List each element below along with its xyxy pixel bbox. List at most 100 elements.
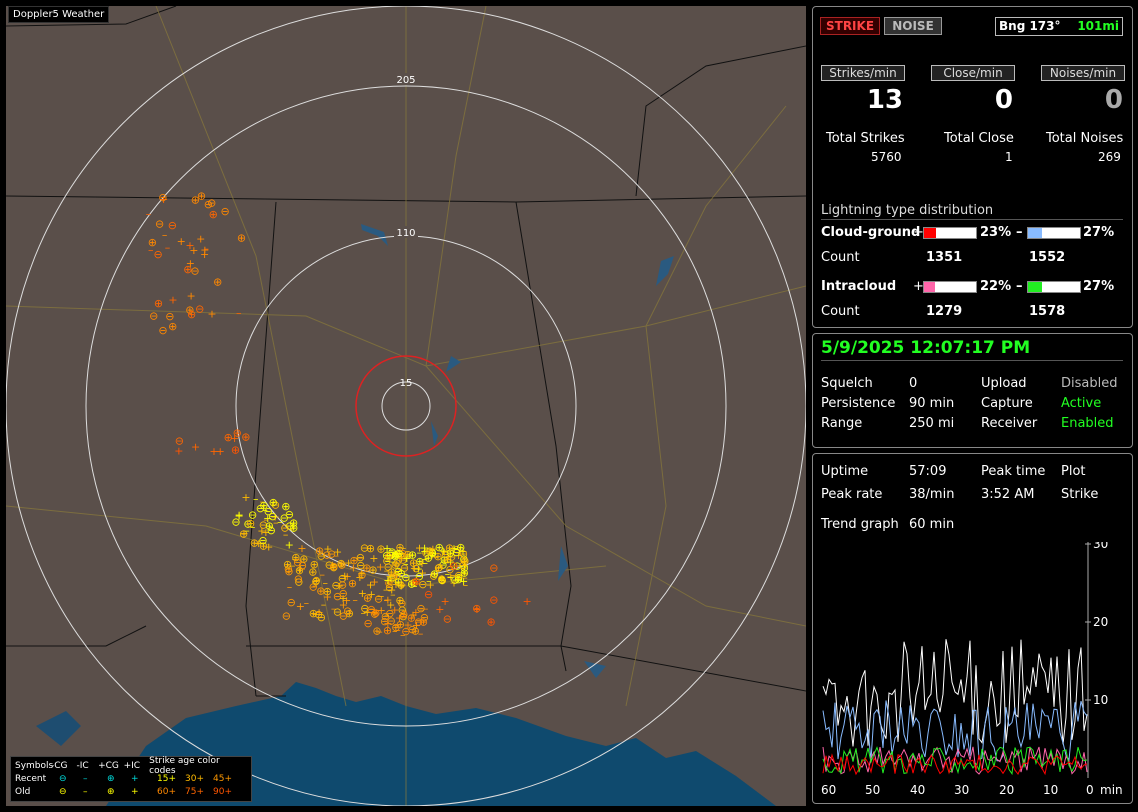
peak-time-label: Peak time: [981, 464, 1046, 479]
strike-marker: –: [236, 307, 242, 320]
trend-graph-label: Trend graph: [821, 517, 899, 532]
legend-recent-minus-cg-icon: ⊖: [59, 773, 67, 784]
receiver-value: Enabled: [1061, 416, 1114, 431]
ic-count-label: Count: [821, 304, 860, 319]
ic-minus-sign: –: [1016, 279, 1023, 294]
legend-plus-ic: +IC: [123, 760, 141, 771]
noise-toggle-button[interactable]: NOISE: [884, 17, 942, 35]
symbol-legend: Symbols -CG -IC +CG +IC Strike age color…: [10, 756, 252, 802]
strike-marker: ⊕: [168, 320, 177, 333]
strike-marker: ⊖: [246, 517, 255, 530]
cg-count-label: Count: [821, 250, 860, 265]
bearing-value: Bng 173°: [999, 19, 1061, 33]
cg-minus-count: 1552: [1029, 250, 1066, 265]
status-panel: 5/9/2025 12:07:17 PM Squelch 0 Upload Di…: [812, 333, 1133, 448]
close-per-min-value: 0: [994, 85, 1013, 115]
legend-old-label: Old: [15, 786, 31, 797]
ic-minus-pct: 27%: [1083, 279, 1115, 294]
bearing-display: Bng 173° 101mi: [995, 17, 1123, 36]
strike-marker: ⊖: [158, 191, 167, 204]
legend-age-45: 45+: [213, 773, 232, 784]
divider: [821, 219, 1123, 220]
strike-marker: ⊖: [489, 561, 498, 574]
strike-marker: ⊕: [269, 496, 278, 509]
ic-minus-fill: [1028, 282, 1043, 292]
strike-marker: +: [370, 575, 379, 588]
strike-marker: ⊖: [204, 198, 213, 211]
strike-marker: ⊖: [268, 510, 277, 523]
lightning-map[interactable]: 205 110 15 ⊖ + + ⊖ ⊕ + ⊖ ⊕ ⊖ + + ⊖ – ⊖ – ⊕ ⊕ ⊖ + – ⊕ – ⊕ + ⊕ ⊕ – + ⊖…: [6, 6, 806, 806]
close-per-min-label: Close/min: [931, 65, 1015, 81]
legend-recent-minus-ic-icon: –: [83, 773, 88, 784]
strike-marker: ⊖: [280, 522, 289, 535]
strike-marker: ⊖: [414, 616, 423, 629]
x-tick-50: 50: [865, 783, 880, 797]
datetime-display: 5/9/2025 12:07:17 PM: [821, 338, 1031, 358]
uptime-value: 57:09: [909, 464, 947, 479]
map-title: Doppler5 Weather: [8, 6, 110, 23]
strike-marker: ⊕: [191, 193, 200, 206]
noises-per-min-value: 0: [1104, 85, 1123, 115]
strike-marker: ⊖: [287, 596, 296, 609]
legend-age-60: 60+: [157, 786, 176, 797]
upload-label: Upload: [981, 376, 1027, 391]
strike-markers: ⊖++⊖⊕+⊖⊕⊖++⊖–⊖–⊕⊕⊖+–⊕–⊕+⊕⊕–+⊖⊖⊕⊕⊖⊖++⊕⊖–+…: [146, 189, 532, 641]
strike-marker: ⊕: [213, 276, 222, 289]
map-canvas: 205 110 15 ⊖++⊖⊕+⊖⊕⊖++⊖–⊖–⊕⊕⊖+–⊕–⊕+⊕⊕–+⊖…: [6, 6, 806, 806]
strike-marker: –: [463, 578, 469, 591]
strike-marker: +: [207, 308, 216, 321]
strike-marker: +: [522, 595, 531, 608]
strike-marker: ⊖: [314, 608, 323, 621]
legend-old-minus-cg-icon: ⊖: [59, 786, 67, 797]
strike-marker: ⊖: [168, 219, 177, 232]
distance-value: 101mi: [1077, 19, 1119, 33]
squelch-value: 0: [909, 376, 918, 391]
uptime-label: Uptime: [821, 464, 869, 479]
ic-plus-fill: [924, 282, 936, 292]
strike-marker: ⊕: [224, 431, 233, 444]
strike-marker: ⊕: [241, 430, 250, 443]
legend-plus-cg: +CG: [98, 760, 119, 771]
legend-old-minus-ic-icon: –: [83, 786, 88, 797]
cg-label: Cloud-ground: [821, 225, 921, 240]
strike-marker: +: [428, 542, 437, 555]
noises-per-min-label: Noises/min: [1041, 65, 1125, 81]
strike-marker: ⊖: [489, 594, 498, 607]
strike-marker: ⊕: [396, 618, 405, 631]
ring-label-205: 205: [396, 75, 415, 86]
strike-marker: –: [375, 603, 381, 616]
ic-plus-bar: [923, 281, 977, 293]
capture-value: Active: [1061, 396, 1102, 411]
strike-marker: +: [241, 491, 250, 504]
cg-minus-pct: 27%: [1083, 225, 1115, 240]
strike-marker: ⊕: [284, 565, 293, 578]
x-tick-20: 20: [999, 783, 1014, 797]
strike-marker: ⊖: [356, 551, 365, 564]
range-value: 250 mi: [909, 416, 955, 431]
strike-marker: –: [388, 570, 394, 583]
x-tick-10: 10: [1043, 783, 1058, 797]
strike-marker: ⊕: [437, 572, 446, 585]
total-noises-value: 269: [1098, 150, 1121, 164]
legend-age-title: Strike age color codes: [149, 755, 220, 776]
legend-symbols-label: Symbols: [15, 760, 54, 771]
legend-age-15: 15+: [157, 773, 176, 784]
strike-toggle-button[interactable]: STRIKE: [820, 17, 880, 35]
ic-label: Intracloud: [821, 279, 897, 294]
strike-marker: ⊖: [282, 610, 291, 623]
total-noises-label: Total Noises: [1046, 131, 1124, 146]
plot-label: Plot: [1061, 464, 1086, 479]
persistence-label: Persistence: [821, 396, 896, 411]
total-close-value: 1: [1005, 150, 1013, 164]
strike-marker: ⊖: [363, 617, 372, 630]
ring-label-15: 15: [400, 378, 413, 389]
strike-marker: +: [209, 445, 218, 458]
strikes-per-min-value: 13: [866, 85, 903, 115]
divider: [821, 360, 1123, 361]
strike-marker: ⊕: [231, 444, 240, 457]
upload-value: Disabled: [1061, 376, 1118, 391]
plot-value[interactable]: Strike: [1061, 487, 1098, 502]
legend-old-plus-cg-icon: ⊕: [107, 786, 115, 797]
strike-marker: ⊕: [336, 557, 345, 570]
strike-marker: ⊖: [367, 603, 376, 616]
